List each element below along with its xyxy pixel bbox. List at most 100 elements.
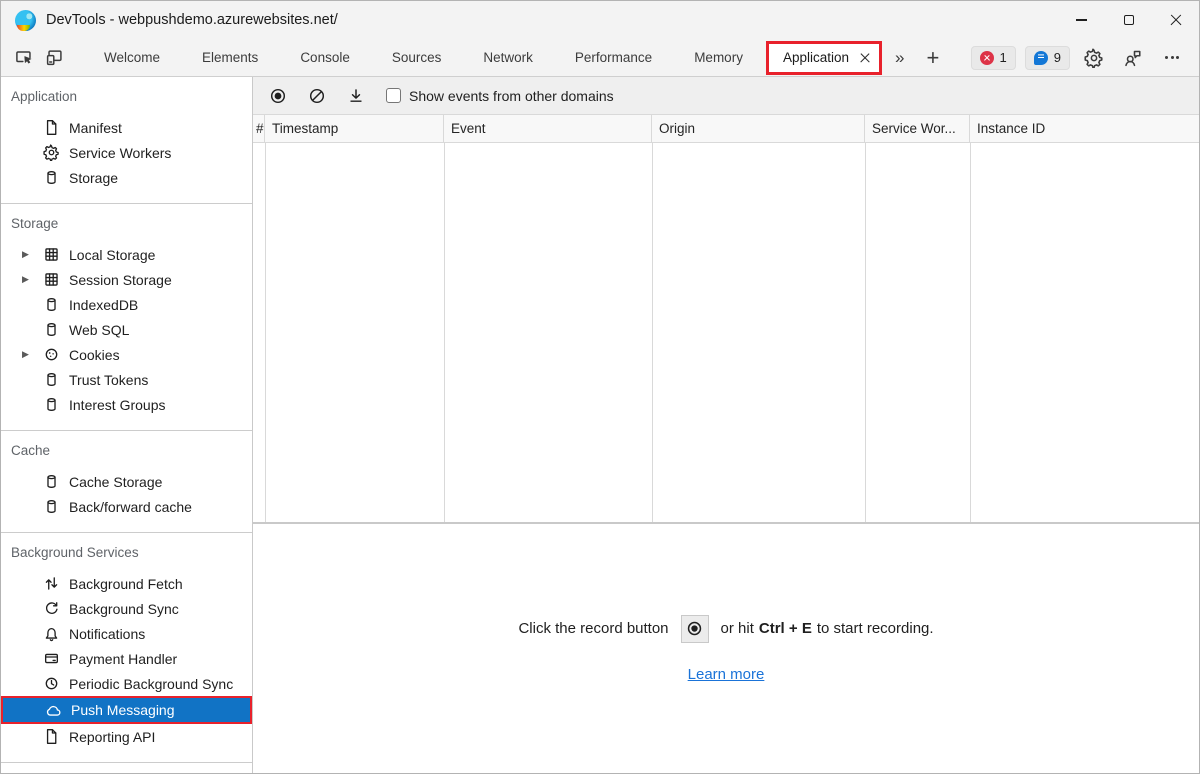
sidebar-item-interest-groups[interactable]: Interest Groups bbox=[1, 392, 252, 417]
clock-icon bbox=[43, 675, 60, 692]
expander-icon[interactable]: ▶ bbox=[13, 349, 43, 360]
sidebar-item-web-sql[interactable]: Web SQL bbox=[1, 317, 252, 342]
close-icon bbox=[1169, 14, 1182, 27]
show-events-checkbox-group: Show events from other domains bbox=[386, 88, 614, 104]
sync-icon bbox=[43, 600, 60, 617]
sidebar-item-payment-handler[interactable]: Payment Handler bbox=[1, 646, 252, 671]
tab-memory[interactable]: Memory bbox=[673, 39, 764, 76]
tab-performance[interactable]: Performance bbox=[554, 39, 673, 76]
settings-gear-icon bbox=[1084, 48, 1104, 68]
empty-state-message: Click the record button or hit Ctrl + E … bbox=[518, 615, 933, 643]
inspect-element-button[interactable] bbox=[9, 43, 39, 73]
events-table-body bbox=[253, 143, 1199, 522]
database-icon bbox=[43, 371, 60, 388]
error-count-badge[interactable]: 1 bbox=[971, 46, 1016, 70]
inline-record-button[interactable] bbox=[681, 615, 709, 643]
issues-count-badge[interactable]: 9 bbox=[1025, 46, 1070, 70]
table-icon bbox=[43, 246, 60, 263]
column-header-event[interactable]: Event bbox=[444, 115, 652, 142]
sidebar-item-push-messaging[interactable]: Push Messaging bbox=[1, 696, 252, 724]
sidebar-item-notifications[interactable]: Notifications bbox=[1, 621, 252, 646]
sidebar-item-session-storage[interactable]: ▶ Session Storage bbox=[1, 267, 252, 292]
save-icon bbox=[347, 87, 365, 105]
tab-application-label: Application bbox=[783, 50, 849, 65]
payment-card-icon bbox=[43, 650, 60, 667]
devtools-tabbar: Welcome Elements Console Sources Network… bbox=[1, 39, 1199, 77]
file-icon bbox=[43, 728, 60, 745]
database-icon bbox=[43, 473, 60, 490]
tab-console[interactable]: Console bbox=[279, 39, 371, 76]
sidebar-item-periodic-background-sync[interactable]: Periodic Background Sync bbox=[1, 671, 252, 696]
sidebar-item-background-fetch[interactable]: Background Fetch bbox=[1, 571, 252, 596]
empty-state-panel: Click the record button or hit Ctrl + E … bbox=[253, 524, 1199, 773]
sidebar-section-cache: Cache Cache Storage Back/forward cache bbox=[1, 431, 252, 533]
edge-devtools-logo bbox=[15, 10, 36, 31]
block-icon bbox=[308, 87, 326, 105]
section-title-application: Application bbox=[1, 86, 252, 106]
gear-icon bbox=[43, 144, 60, 161]
inspect-element-icon bbox=[15, 48, 34, 67]
save-events-button[interactable] bbox=[341, 81, 371, 111]
tabbar-right-cluster: 1 9 bbox=[971, 43, 1199, 73]
sidebar-item-trust-tokens[interactable]: Trust Tokens bbox=[1, 367, 252, 392]
device-emulation-button[interactable] bbox=[39, 43, 69, 73]
events-table-header: # Timestamp Event Origin Service Wor... … bbox=[253, 115, 1199, 143]
column-header-number[interactable]: # bbox=[253, 115, 265, 142]
feedback-button[interactable] bbox=[1118, 43, 1148, 73]
sidebar-item-background-sync[interactable]: Background Sync bbox=[1, 596, 252, 621]
cookie-icon bbox=[43, 346, 60, 363]
sidebar-item-local-storage[interactable]: ▶ Local Storage bbox=[1, 242, 252, 267]
issues-count: 9 bbox=[1054, 50, 1061, 65]
tab-close-icon[interactable] bbox=[859, 52, 870, 63]
record-icon bbox=[269, 87, 287, 105]
more-options-button[interactable] bbox=[1157, 43, 1187, 73]
column-header-timestamp[interactable]: Timestamp bbox=[265, 115, 444, 142]
bell-icon bbox=[43, 625, 60, 642]
sidebar-item-storage[interactable]: Storage bbox=[1, 165, 252, 190]
sidebar-item-service-workers[interactable]: Service Workers bbox=[1, 140, 252, 165]
error-badge-icon bbox=[980, 51, 994, 65]
maximize-icon bbox=[1124, 15, 1134, 25]
minimize-button[interactable] bbox=[1058, 1, 1105, 39]
feedback-people-icon bbox=[1123, 48, 1143, 68]
sidebar-item-cache-storage[interactable]: Cache Storage bbox=[1, 469, 252, 494]
sidebar-section-application: Application Manifest Service Workers Sto… bbox=[1, 77, 252, 204]
learn-more-link[interactable]: Learn more bbox=[688, 666, 765, 683]
show-events-checkbox[interactable] bbox=[386, 88, 401, 103]
close-button[interactable] bbox=[1152, 1, 1199, 39]
keyboard-shortcut: Ctrl + E bbox=[759, 620, 812, 637]
tab-sources[interactable]: Sources bbox=[371, 39, 463, 76]
file-icon bbox=[43, 119, 60, 136]
tab-welcome[interactable]: Welcome bbox=[83, 39, 181, 76]
sidebar-item-reporting-api[interactable]: Reporting API bbox=[1, 724, 252, 749]
sidebar-item-back-forward-cache[interactable]: Back/forward cache bbox=[1, 494, 252, 519]
maximize-button[interactable] bbox=[1105, 1, 1152, 39]
settings-button[interactable] bbox=[1079, 43, 1109, 73]
clear-button[interactable] bbox=[302, 81, 332, 111]
tab-elements[interactable]: Elements bbox=[181, 39, 279, 76]
column-header-origin[interactable]: Origin bbox=[652, 115, 865, 142]
expander-icon[interactable]: ▶ bbox=[13, 274, 43, 285]
sidebar-item-indexeddb[interactable]: IndexedDB bbox=[1, 292, 252, 317]
sidebar-item-manifest[interactable]: Manifest bbox=[1, 115, 252, 140]
minimize-icon bbox=[1076, 19, 1087, 20]
add-tab-button[interactable]: + bbox=[915, 45, 950, 71]
table-icon bbox=[43, 271, 60, 288]
column-header-instance-id[interactable]: Instance ID bbox=[970, 115, 1199, 142]
database-icon bbox=[43, 396, 60, 413]
expander-icon[interactable]: ▶ bbox=[13, 249, 43, 260]
more-tabs-button[interactable]: » bbox=[884, 48, 915, 68]
record-button[interactable] bbox=[263, 81, 293, 111]
cloud-icon bbox=[45, 702, 62, 719]
tab-network[interactable]: Network bbox=[462, 39, 554, 76]
empty-state-suffix: to start recording. bbox=[817, 620, 934, 637]
issues-badge-icon bbox=[1034, 51, 1048, 65]
empty-state-prefix: Click the record button bbox=[518, 620, 668, 637]
tab-application-active[interactable]: Application bbox=[766, 41, 882, 75]
sidebar-item-cookies[interactable]: ▶ Cookies bbox=[1, 342, 252, 367]
column-separator bbox=[970, 143, 971, 522]
column-separator bbox=[652, 143, 653, 522]
section-title-storage: Storage bbox=[1, 213, 252, 233]
column-header-service-worker[interactable]: Service Wor... bbox=[865, 115, 970, 142]
record-icon bbox=[686, 620, 703, 637]
